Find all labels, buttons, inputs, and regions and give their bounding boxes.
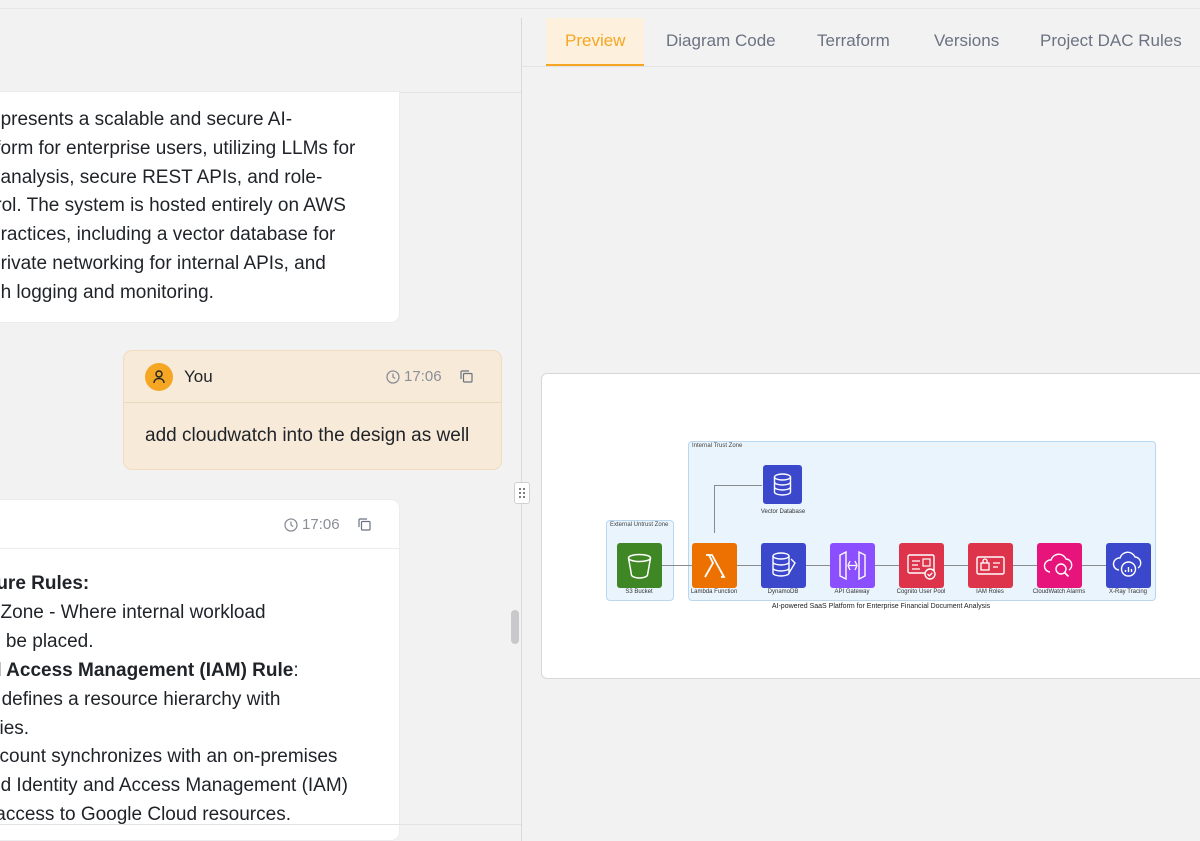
iam-roles-icon[interactable] (968, 543, 1013, 588)
tab-bar: Preview Diagram Code Terraform Versions … (522, 18, 1200, 67)
tab-project-dac-rules[interactable]: Project DAC Rules (1040, 18, 1182, 64)
clock-icon (284, 517, 298, 532)
tab-preview[interactable]: Preview (546, 18, 645, 66)
external-zone-label: External Untrust Zone (610, 522, 669, 528)
api-gateway-label: API Gateway (834, 589, 870, 595)
assistant-message-previous: epresents a scalable and secure AI-tform… (0, 92, 399, 322)
resize-handle[interactable] (514, 482, 530, 504)
assistant-reply-text: ture Rules:t Zone - Where internal workl… (0, 573, 349, 826)
chat-scrollbar[interactable] (511, 610, 519, 644)
dynamodb-icon[interactable] (761, 543, 806, 588)
vector-database-icon[interactable] (763, 465, 802, 504)
internal-zone-label: Internal Trust Zone (692, 443, 743, 449)
connector-line (714, 485, 762, 486)
panel-divider (521, 18, 522, 841)
user-message-text: add cloudwatch into the design as well (145, 425, 470, 446)
connector-line (714, 485, 715, 533)
assistant-message-reply: 17:06 ture Rules:t Zone - Where internal… (0, 500, 399, 840)
s3-bucket-icon[interactable] (617, 543, 662, 588)
tab-versions[interactable]: Versions (934, 18, 999, 64)
connector-line (1082, 565, 1106, 566)
message-time: 17:06 (386, 368, 442, 385)
tab-diagram-code[interactable]: Diagram Code (666, 18, 776, 64)
connector-line (875, 565, 899, 566)
xray-tracing-label: X-Ray Tracing (1108, 589, 1147, 595)
s3-bucket-label: S3 Bucket (625, 589, 653, 595)
cognito-user-pool-label: Cognito User Pool (896, 589, 946, 595)
assistant-message-text: epresents a scalable and secure AI-tform… (0, 109, 356, 303)
user-avatar-icon (145, 363, 173, 391)
iam-roles-label: IAM Roles (976, 589, 1004, 595)
connector-line (1013, 565, 1037, 566)
chat-panel: epresents a scalable and secure AI-tform… (0, 0, 521, 841)
dynamodb-label: DynamoDB (767, 589, 799, 595)
connector-line (662, 565, 692, 566)
cloudwatch-alarms-label: CloudWatch Alarms (1032, 589, 1086, 595)
cognito-user-pool-icon[interactable] (899, 543, 944, 588)
clock-icon (386, 369, 400, 384)
vector-database-label: Vector Database (760, 509, 806, 515)
connector-line (944, 565, 968, 566)
tab-terraform[interactable]: Terraform (817, 18, 890, 64)
diagram-caption: AI-powered SaaS Platform for Enterprise … (771, 603, 991, 610)
message-author: You (184, 367, 213, 386)
connector-line (806, 565, 830, 566)
lambda-function-icon[interactable] (692, 543, 737, 588)
cloudwatch-alarms-icon[interactable] (1037, 543, 1082, 588)
xray-tracing-icon[interactable] (1106, 543, 1151, 588)
copy-icon[interactable] (358, 518, 371, 531)
connector-line (737, 565, 761, 566)
user-message: You 17:06 add cloudwatch into the design… (124, 351, 501, 469)
copy-icon[interactable] (460, 370, 473, 383)
lambda-function-label: Lambda Function (690, 589, 738, 595)
message-time: 17:06 (284, 516, 340, 533)
api-gateway-icon[interactable] (830, 543, 875, 588)
